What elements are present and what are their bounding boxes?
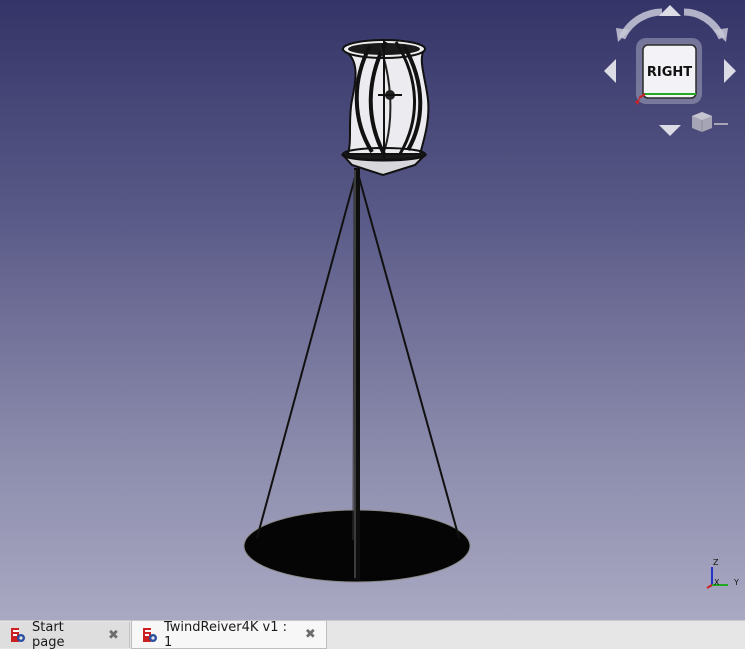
close-icon[interactable]: ✖ <box>305 627 316 642</box>
guy-wire-right <box>356 169 460 539</box>
3d-viewport[interactable]: RIGHT Z X Y <box>0 0 745 620</box>
guy-wire-left-inner <box>352 179 355 541</box>
arrow-down-icon[interactable] <box>659 125 681 136</box>
arrow-right-icon[interactable] <box>724 59 736 83</box>
rotate-ccw-icon[interactable] <box>618 8 663 40</box>
tab-label: TwindReiver4K v1 : 1 <box>164 619 288 650</box>
guy-wire-left <box>256 169 358 539</box>
arrow-left-icon[interactable] <box>604 59 616 83</box>
view-menu-icon[interactable] <box>692 112 728 132</box>
tab-label: Start page <box>32 620 65 650</box>
axis-x-label: X <box>714 578 720 587</box>
freecad-gear-icon <box>142 627 158 643</box>
tab-twindreiver4k[interactable]: TwindReiver4K v1 : 1 ✖ <box>131 619 327 650</box>
document-tab-bar: Start page ✖ TwindReiver4K v1 : 1 ✖ <box>0 619 745 650</box>
axis-y-label: Y <box>733 578 739 587</box>
tab-start-page[interactable]: Start page ✖ <box>0 620 130 650</box>
navcube-face-label: RIGHT <box>647 65 692 80</box>
rotate-cw-icon[interactable] <box>683 8 726 40</box>
axis-triad: Z X Y <box>706 558 739 589</box>
navigation-cube[interactable]: RIGHT <box>600 2 745 142</box>
arrow-up-icon[interactable] <box>659 5 681 16</box>
close-icon[interactable]: ✖ <box>108 628 119 643</box>
freecad-gear-icon <box>10 627 26 643</box>
axis-z-label: Z <box>713 558 719 567</box>
